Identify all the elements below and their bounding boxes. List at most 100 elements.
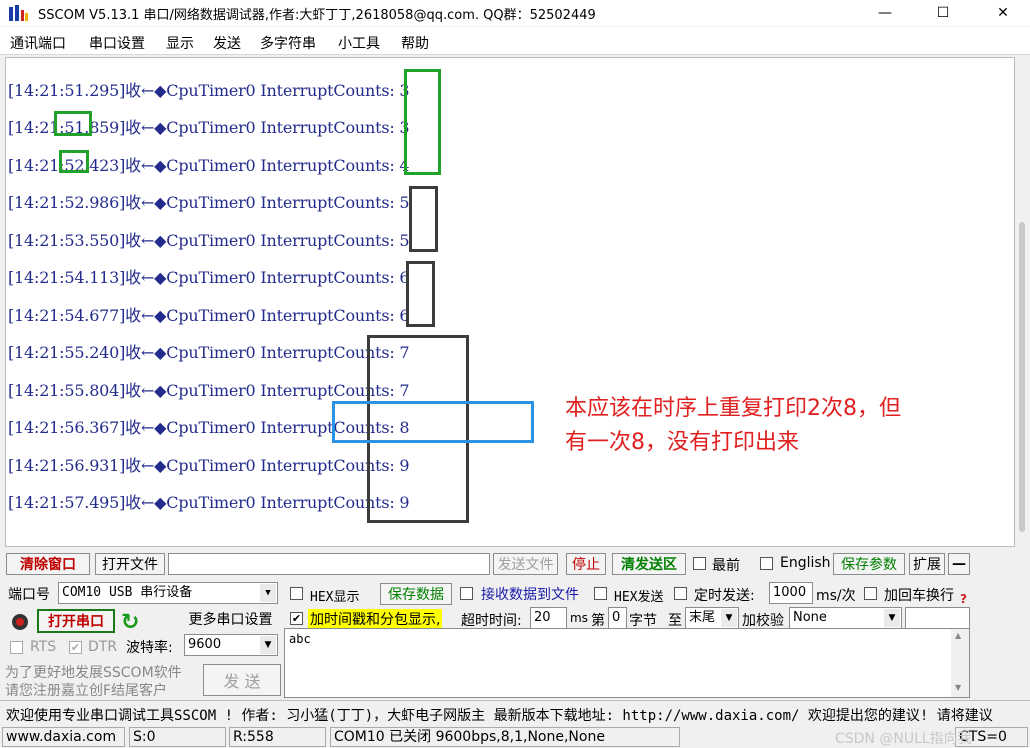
- send-input[interactable]: abc: [284, 628, 970, 698]
- annotation-text: 本应该在时序上重复打印2次8，但 有一次8，没有打印出来: [565, 392, 901, 460]
- chevron-down-icon[interactable]: ▼: [884, 609, 900, 627]
- menu-send[interactable]: 发送: [213, 33, 241, 53]
- rts-checkbox[interactable]: [10, 641, 23, 654]
- refresh-icon[interactable]: ↻: [121, 610, 139, 635]
- rts-label: RTS: [30, 639, 57, 655]
- timeout-unit: ms: [570, 611, 588, 625]
- open-file-button[interactable]: 打开文件: [95, 553, 165, 575]
- save-data-button[interactable]: 保存数据: [380, 583, 452, 605]
- expand-button[interactable]: 扩展: [909, 553, 945, 575]
- log-line: [14:21:55.240]收←◆CpuTimer0 InterruptCoun…: [8, 343, 410, 362]
- window-title: SSCOM V5.13.1 串口/网络数据调试器,作者:大虾丁丁,2618058…: [38, 8, 596, 23]
- send-file-button[interactable]: 发送文件: [493, 553, 558, 575]
- highlight-box-dark: [406, 261, 435, 327]
- receive-to-file-label[interactable]: 接收数据到文件: [481, 584, 579, 604]
- scrollbar-thumb[interactable]: [1019, 222, 1025, 532]
- interval-unit: ms/次: [816, 588, 856, 604]
- maximize-button[interactable]: ☐: [920, 0, 966, 26]
- promo-text-1: 为了更好地发展SSCOM软件: [5, 665, 182, 681]
- add-crlf-checkbox[interactable]: [864, 587, 877, 600]
- checksum-select-value: None: [793, 610, 827, 625]
- dtr-label: DTR: [88, 639, 118, 655]
- menu-comm-port[interactable]: 通讯端口: [10, 33, 66, 53]
- save-params-button[interactable]: 保存参数: [833, 553, 905, 575]
- send-scrollbar[interactable]: ▲ ▼: [951, 629, 969, 697]
- add-crlf-label: 加回车换行: [884, 588, 954, 604]
- stop-button[interactable]: 停止: [566, 553, 606, 575]
- nth-input[interactable]: 0: [608, 607, 627, 629]
- scroll-up-icon[interactable]: ▲: [955, 631, 961, 640]
- log-line: [14:21:51.295]收←◆CpuTimer0 InterruptCoun…: [8, 81, 410, 100]
- log-line: [14:21:54.113]收←◆CpuTimer0 InterruptCoun…: [8, 268, 410, 287]
- status-received-count: R:558: [229, 727, 326, 747]
- log-line: [14:21:57.495]收←◆CpuTimer0 InterruptCoun…: [8, 493, 410, 512]
- scroll-down-icon[interactable]: ▼: [955, 683, 961, 692]
- end-select[interactable]: 末尾 ▼: [685, 607, 739, 629]
- english-checkbox[interactable]: [760, 557, 773, 570]
- baud-select-value: 9600: [188, 637, 222, 652]
- status-website[interactable]: www.daxia.com: [2, 727, 125, 747]
- timestamp-checkbox[interactable]: ✔: [290, 612, 303, 625]
- app-logo-icon: [9, 5, 28, 21]
- highlight-box-green: [404, 69, 441, 175]
- latest-checkbox[interactable]: [693, 557, 706, 570]
- baud-select[interactable]: 9600 ▼: [184, 634, 278, 656]
- highlight-box-green: [59, 150, 89, 173]
- byte-label: 字节: [629, 613, 657, 629]
- clear-send-button[interactable]: 清发送区: [612, 553, 686, 575]
- collapse-button[interactable]: —: [948, 553, 970, 575]
- to-label: 至: [668, 613, 682, 629]
- port-select[interactable]: COM10 USB 串行设备 ▼: [58, 582, 278, 604]
- ad-text: 欢迎使用专业串口调试工具SSCOM ! 作者: 习小猛(丁丁)，大虾电子网版主 …: [6, 708, 993, 724]
- close-button[interactable]: ✕: [980, 0, 1026, 26]
- chevron-down-icon[interactable]: ▼: [260, 636, 276, 654]
- annotation-line: 有一次8，没有打印出来: [565, 430, 799, 455]
- checksum-output-field[interactable]: [905, 607, 970, 629]
- highlight-box-green: [54, 111, 92, 136]
- menu-tools[interactable]: 小工具: [338, 33, 380, 53]
- baud-label: 波特率:: [126, 640, 173, 656]
- clear-window-button[interactable]: 清除窗口: [6, 553, 90, 575]
- timed-send-checkbox[interactable]: [674, 587, 687, 600]
- highlight-box-dark: [409, 186, 438, 252]
- checksum-select[interactable]: None ▼: [789, 607, 902, 629]
- log-line: [14:21:56.931]收←◆CpuTimer0 InterruptCoun…: [8, 456, 410, 475]
- watermark: CSDN @NULL指向我: [835, 731, 972, 747]
- log-line: [14:21:54.677]收←◆CpuTimer0 InterruptCoun…: [8, 306, 410, 325]
- hex-send-label: HEX发送: [614, 590, 664, 605]
- file-path-input[interactable]: [168, 553, 490, 575]
- checksum-label: 加校验: [742, 613, 784, 629]
- menu-serial-settings[interactable]: 串口设置: [89, 33, 145, 53]
- menu-multi-string[interactable]: 多字符串: [260, 33, 316, 53]
- interval-input[interactable]: 1000: [769, 582, 813, 604]
- log-line: [14:21:55.804]收←◆CpuTimer0 InterruptCoun…: [8, 381, 410, 400]
- latest-label: 最前: [712, 558, 740, 574]
- help-icon[interactable]: ?: [960, 592, 967, 606]
- minimize-button[interactable]: —: [862, 0, 908, 26]
- dtr-checkbox[interactable]: ✔: [69, 641, 82, 654]
- chevron-down-icon[interactable]: ▼: [260, 584, 276, 602]
- chevron-down-icon[interactable]: ▼: [721, 609, 737, 627]
- hex-send-checkbox[interactable]: [594, 587, 607, 600]
- receive-to-file-checkbox[interactable]: [460, 587, 473, 600]
- hex-display-checkbox[interactable]: [290, 587, 303, 600]
- english-label: English: [780, 555, 831, 571]
- status-sent-count: S:0: [129, 727, 226, 747]
- hex-display-label: HEX显示: [310, 590, 360, 605]
- timeout-label: 超时时间:: [461, 613, 522, 629]
- end-select-value: 末尾: [689, 610, 716, 625]
- timed-send-label: 定时发送:: [694, 588, 755, 604]
- log-line: [14:21:53.550]收←◆CpuTimer0 InterruptCoun…: [8, 231, 410, 250]
- receive-scrollbar[interactable]: [1016, 57, 1030, 547]
- nth-label: 第: [591, 613, 605, 629]
- highlight-box-blue: [332, 401, 534, 443]
- port-select-value: COM10 USB 串行设备: [62, 585, 193, 600]
- menu-help[interactable]: 帮助: [401, 33, 429, 53]
- send-button[interactable]: 发 送: [203, 664, 281, 696]
- menu-display[interactable]: 显示: [166, 33, 194, 53]
- timeout-input[interactable]: 20: [530, 607, 567, 629]
- open-port-button[interactable]: 打开串口: [37, 609, 115, 633]
- annotation-line: 本应该在时序上重复打印2次8，但: [565, 396, 901, 421]
- timestamp-label: 加时间戳和分包显示,: [308, 609, 443, 629]
- more-port-settings-button[interactable]: 更多串口设置: [183, 608, 278, 630]
